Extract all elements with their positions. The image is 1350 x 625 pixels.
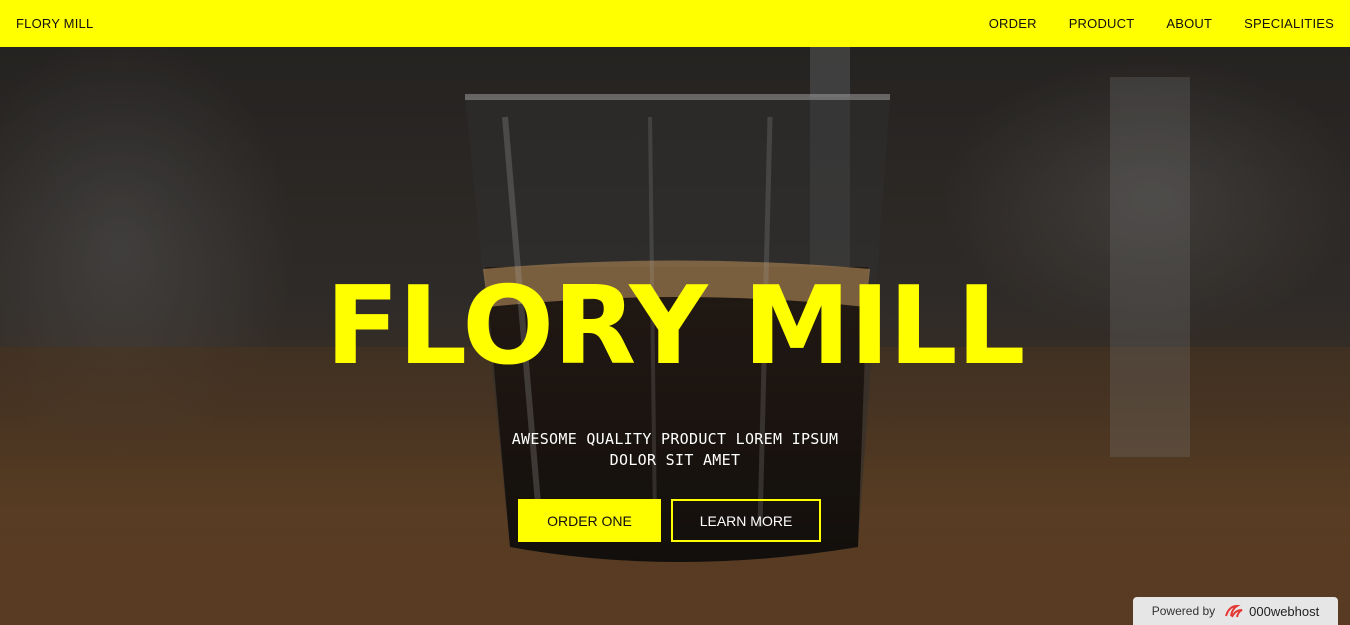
nav-link-order[interactable]: ORDER — [989, 16, 1037, 31]
nav-link-product[interactable]: PRODUCT — [1069, 16, 1135, 31]
nav-link-specialities[interactable]: SPECIALITIES — [1244, 16, 1334, 31]
badge-brand: 000webhost — [1249, 603, 1320, 619]
order-one-button[interactable]: ORDER ONE — [518, 499, 661, 542]
brand-link[interactable]: FLORY MILL — [16, 16, 93, 31]
learn-more-button[interactable]: LEARN MORE — [671, 499, 821, 542]
hero-section: FLORY MILL AWESOME QUALITY PRODUCT LOREM… — [0, 47, 1350, 625]
powered-by-badge[interactable]: Powered by 000webhost — [1133, 597, 1338, 625]
top-navbar: FLORY MILL ORDER PRODUCT ABOUT SPECIALIT… — [0, 0, 1350, 47]
hero-subtitle: AWESOME QUALITY PRODUCT LOREM IPSUM DOLO… — [511, 430, 839, 469]
webhost-logo-icon — [1223, 602, 1245, 620]
hero-title: FLORY MILL — [325, 264, 1026, 389]
nav-links: ORDER PRODUCT ABOUT SPECIALITIES — [957, 16, 1334, 31]
nav-link-about[interactable]: ABOUT — [1166, 16, 1212, 31]
badge-prefix: Powered by — [1151, 604, 1216, 618]
